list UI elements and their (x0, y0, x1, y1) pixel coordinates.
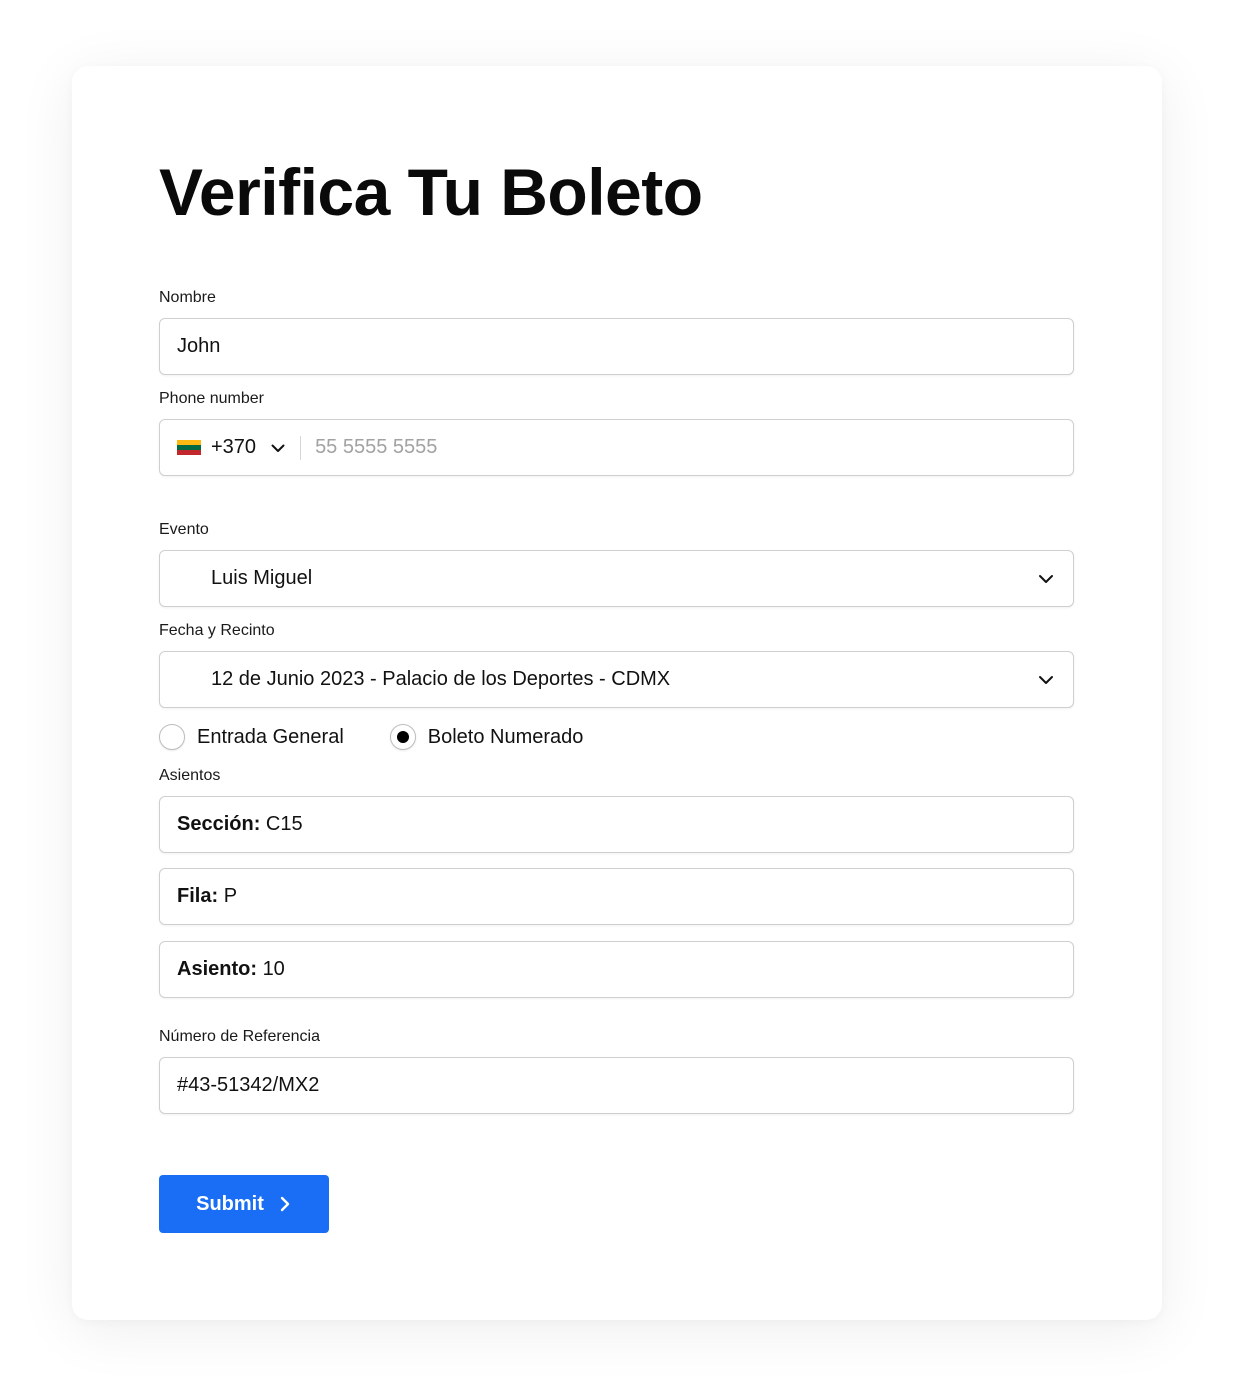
seccion-field[interactable]: Sección: C15 (159, 796, 1074, 853)
referencia-label: Número de Referencia (159, 1028, 320, 1045)
radio-entrada-general[interactable]: Entrada General (159, 724, 344, 750)
asiento-field[interactable]: Asiento: 10 (159, 941, 1074, 998)
submit-label: Submit (196, 1192, 264, 1215)
asiento-text: Asiento: 10 (160, 958, 285, 981)
fecha-label: Fecha y Recinto (159, 622, 275, 639)
ticket-type-radio-group: Entrada General Boleto Numerado (159, 722, 583, 752)
fecha-value: 12 de Junio 2023 - Palacio de los Deport… (211, 668, 671, 690)
radio-checked-icon (389, 724, 416, 750)
lithuania-flag-icon (177, 439, 201, 456)
radio-label: Entrada General (197, 725, 344, 748)
radio-dot (396, 731, 409, 743)
evento-value: Luis Miguel (211, 567, 313, 589)
fila-field[interactable]: Fila: P (159, 868, 1074, 925)
evento-select[interactable]: Luis Miguel (159, 550, 1074, 607)
chevron-right-icon (280, 1196, 290, 1212)
referencia-value: #43-51342/MX2 (177, 1074, 320, 1096)
phone-label: Phone number (159, 390, 264, 407)
country-code-select[interactable]: +370 (160, 420, 286, 475)
radio-unchecked-icon (159, 724, 185, 750)
asiento-key: Asiento: (177, 958, 257, 980)
radio-boleto-numerado[interactable]: Boleto Numerado (389, 724, 584, 750)
chevron-down-icon (1039, 675, 1053, 684)
seccion-key: Sección: (177, 813, 261, 835)
nombre-label: Nombre (159, 289, 216, 306)
submit-button[interactable]: Submit (159, 1175, 329, 1233)
phone-input[interactable] (313, 435, 918, 460)
page-title: Verifica Tu Boleto (159, 155, 703, 229)
seccion-text: Sección: C15 (160, 813, 303, 836)
phone-field: +370 (159, 419, 1074, 476)
nombre-value: John (177, 335, 221, 357)
referencia-field[interactable]: #43-51342/MX2 (159, 1057, 1074, 1114)
fila-text: Fila: P (160, 885, 237, 908)
asiento-value: 10 (262, 958, 285, 980)
nombre-field[interactable]: John (159, 318, 1074, 375)
radio-label: Boleto Numerado (427, 725, 584, 748)
chevron-down-icon (1039, 574, 1053, 583)
fecha-select[interactable]: 12 de Junio 2023 - Palacio de los Deport… (159, 651, 1074, 708)
chevron-down-icon (271, 444, 285, 452)
fila-value: P (223, 885, 238, 907)
fila-key: Fila: (177, 885, 219, 907)
seccion-value: C15 (265, 813, 303, 835)
phone-divider (300, 435, 302, 460)
asientos-label: Asientos (159, 767, 221, 784)
country-code: +370 (211, 436, 257, 458)
evento-label: Evento (159, 521, 209, 538)
